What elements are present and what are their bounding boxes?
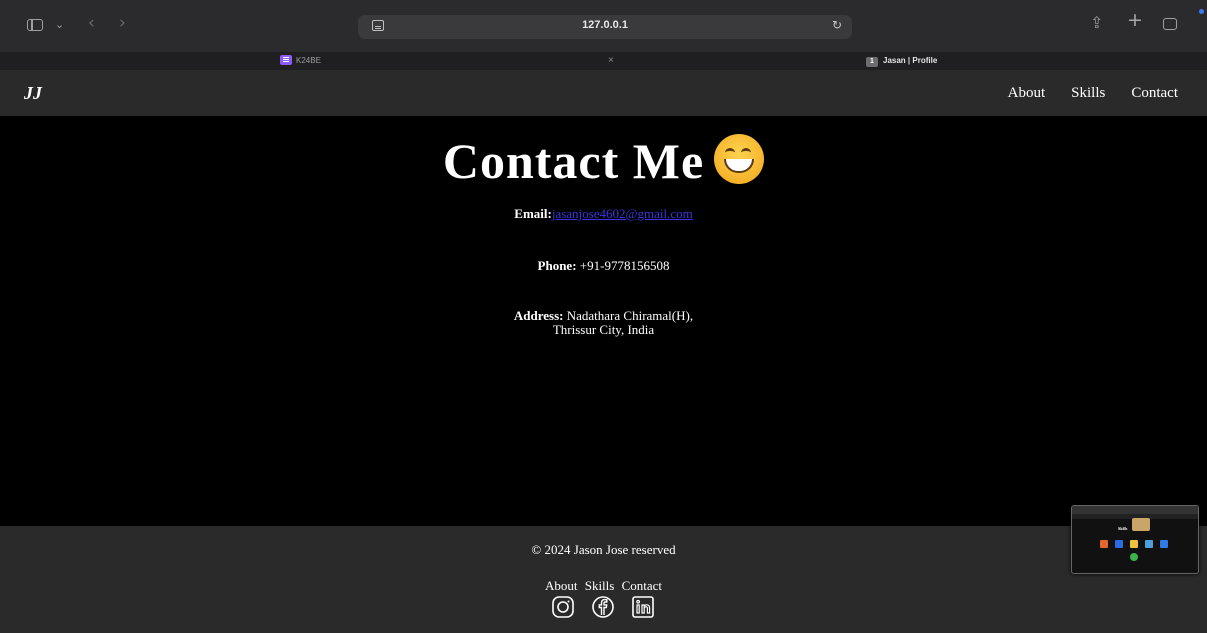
nav-about[interactable]: About xyxy=(1008,85,1046,102)
tab-label: K24BE xyxy=(296,56,321,65)
copyright: © 2024 Jason Jose reserved xyxy=(531,542,676,557)
social-links xyxy=(551,595,655,619)
site-navbar: JJ About Skills Contact xyxy=(0,70,1207,116)
tab-k24be[interactable]: K24BE xyxy=(280,52,321,70)
thumbnail-skill-icon xyxy=(1115,540,1123,548)
email-label: Email: xyxy=(514,206,552,221)
tab-badge: 1 xyxy=(866,57,878,67)
email-line: Email:jasanjose4602@gmail.com xyxy=(0,206,1207,222)
nav-skills[interactable]: Skills xyxy=(1071,85,1105,102)
thumbnail-skill-icon xyxy=(1160,540,1168,548)
forward-icon[interactable]: › xyxy=(119,15,126,32)
tab-strip: K24BE × 1 Jasan | Profile xyxy=(0,52,1207,70)
screenshot-thumbnail[interactable]: Skills xyxy=(1071,505,1199,574)
instagram-icon[interactable] xyxy=(551,595,575,619)
phone-label: Phone: xyxy=(537,258,577,273)
thumbnail-skills-label: Skills xyxy=(1118,526,1128,531)
footer-link-skills[interactable]: Skills xyxy=(585,578,615,593)
tab-jasan-profile[interactable]: 1 Jasan | Profile xyxy=(866,52,937,70)
page-title: Contact Me xyxy=(0,132,1207,190)
sidebar-toggle-icon[interactable] xyxy=(27,19,43,31)
thumbnail-skill-icon xyxy=(1145,540,1153,548)
notification-dot xyxy=(1199,9,1204,14)
phone-line: Phone: +91-9778156508 xyxy=(0,258,1207,274)
address-bar[interactable]: 127.0.0.1 ↻ xyxy=(358,15,852,39)
footer-link-about[interactable]: About xyxy=(545,578,578,593)
new-tab-icon[interactable]: + xyxy=(1127,11,1143,30)
facebook-icon[interactable] xyxy=(591,595,615,619)
url-text[interactable]: 127.0.0.1 xyxy=(358,19,852,31)
chevron-down-icon[interactable]: ⌄ xyxy=(55,17,64,32)
thumbnail-avatar xyxy=(1132,518,1150,531)
tab-close-button[interactable]: × xyxy=(608,52,614,70)
tab-overview-icon[interactable] xyxy=(1163,18,1177,30)
tab-favicon-icon xyxy=(280,55,292,65)
site-logo[interactable]: JJ xyxy=(24,83,42,104)
email-link[interactable]: jasanjose4602@gmail.com xyxy=(552,206,693,221)
site-footer: © 2024 Jason Jose reserved About Skills … xyxy=(0,526,1207,633)
tab-label: Jasan | Profile xyxy=(883,56,938,65)
thumbnail-skill-icon xyxy=(1100,540,1108,548)
browser-toolbar: ⌄ ‹ › 127.0.0.1 ↻ ⇪ + xyxy=(0,0,1207,52)
share-icon[interactable]: ⇪ xyxy=(1090,15,1103,31)
reload-icon[interactable]: ↻ xyxy=(832,18,842,32)
contact-section: Contact Me Email:jasanjose4602@gmail.com… xyxy=(0,116,1207,526)
thumbnail-skill-icon xyxy=(1130,553,1138,561)
address-line-1: Nadathara Chiramal(H), xyxy=(563,308,694,323)
back-icon[interactable]: ‹ xyxy=(88,15,95,32)
page-title-text: Contact Me xyxy=(442,133,705,189)
nav-contact[interactable]: Contact xyxy=(1131,85,1178,102)
nav-links: About Skills Contact xyxy=(1008,85,1178,102)
address-label: Address: xyxy=(513,308,564,323)
address-line-2: Thrissur City, India xyxy=(552,322,655,337)
linkedin-icon[interactable] xyxy=(631,595,655,619)
grinning-face-emoji-icon xyxy=(714,134,765,184)
footer-links: About Skills Contact xyxy=(0,578,1207,594)
address-line: Address: Nadathara Chiramal(H), Thrissur… xyxy=(0,309,1207,337)
phone-value: +91-9778156508 xyxy=(576,258,670,273)
thumbnail-skill-icon xyxy=(1130,540,1138,548)
footer-link-contact[interactable]: Contact xyxy=(622,578,662,593)
